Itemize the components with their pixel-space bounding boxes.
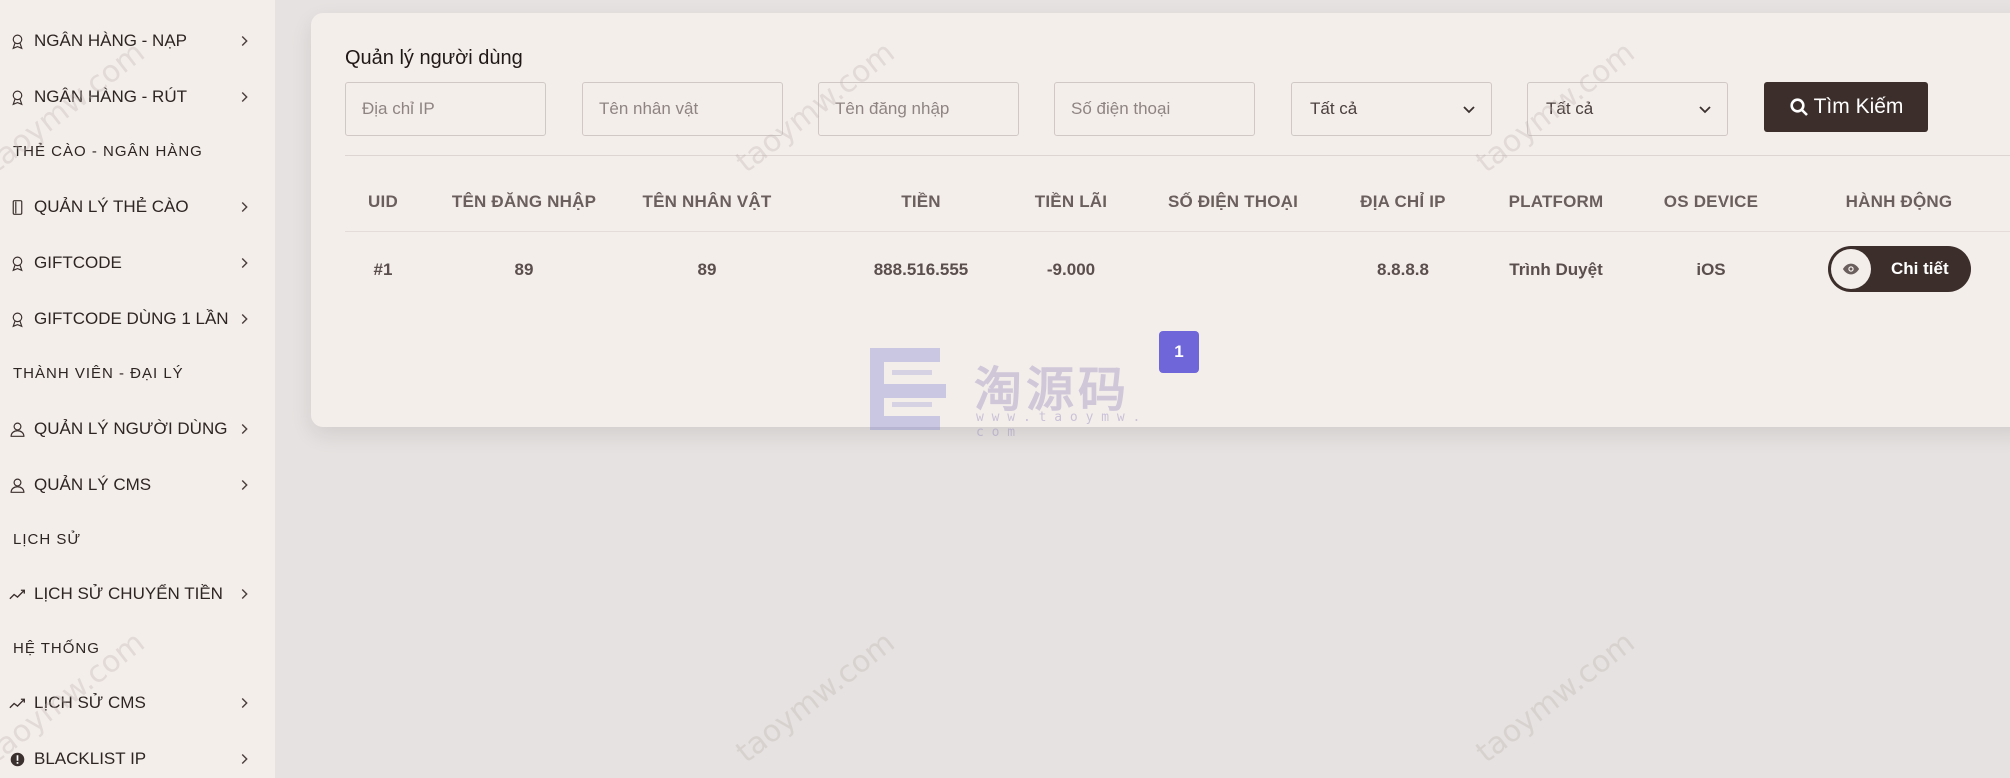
watermark-text: taoymw.com: [729, 624, 902, 771]
trend-icon: [8, 585, 26, 603]
user-icon: [8, 420, 26, 438]
divider: [345, 155, 2010, 156]
award-icon: [8, 32, 26, 50]
sidebar-item-label: LỊCH SỬ CMS: [34, 693, 146, 712]
sidebar-heading-system: HỆ THỐNG: [13, 639, 100, 657]
chevron-down-icon: [1699, 106, 1711, 114]
chevron-right-icon: [241, 697, 248, 709]
search-button[interactable]: Tìm Kiếm: [1764, 82, 1928, 132]
filter-select-1[interactable]: Tất cả: [1291, 82, 1492, 136]
phone-input[interactable]: [1054, 82, 1255, 136]
cell-ip: 8.8.8.8: [1377, 260, 1429, 279]
character-name-input[interactable]: [582, 82, 783, 136]
sidebar-item-giftcode[interactable]: GIFTCODE: [0, 245, 275, 281]
cell-uid: #1: [373, 260, 393, 279]
sidebar-item-user-management[interactable]: QUẢN LÝ NGƯỜI DÙNG: [0, 411, 275, 447]
award-icon: [8, 310, 26, 328]
chevron-right-icon: [241, 257, 248, 269]
chevron-right-icon: [241, 479, 248, 491]
sidebar-heading-history: LỊCH SỬ: [13, 530, 82, 548]
column-header-character: TÊN NHÂN VẬT: [642, 192, 772, 211]
detail-button[interactable]: Chi tiết: [1828, 246, 1971, 292]
sidebar-item-giftcode-once[interactable]: GIFTCODE DÙNG 1 LẦN: [0, 301, 275, 337]
column-header-platform: PLATFORM: [1508, 192, 1604, 211]
sidebar: NGÂN HÀNG - NẠP NGÂN HÀNG - RÚT THẺ CÀO …: [0, 0, 275, 778]
column-header-action: HÀNH ĐỘNG: [1845, 192, 1953, 211]
search-icon: [1789, 98, 1808, 116]
sidebar-item-cms-history[interactable]: LỊCH SỬ CMS: [0, 685, 275, 721]
cell-interest: -9.000: [1046, 260, 1096, 279]
username-input[interactable]: [818, 82, 1019, 136]
sidebar-item-label: QUẢN LÝ THẺ CÀO: [34, 197, 189, 216]
sidebar-item-label: QUẢN LÝ NGƯỜI DÙNG: [34, 419, 228, 438]
cell-username: 89: [514, 260, 534, 279]
watermark-logo: 淘源码 w w w . t a o y m w . c o m: [862, 348, 1152, 440]
chevron-right-icon: [241, 35, 248, 47]
eye-icon: [1831, 249, 1871, 289]
cell-money: 888.516.555: [873, 260, 969, 279]
user-icon: [8, 476, 26, 494]
cell-character: 89: [697, 260, 717, 279]
cell-os-device: iOS: [1696, 260, 1726, 279]
search-button-label: Tìm Kiếm: [1813, 95, 1904, 118]
sidebar-heading-cards-bank: THẺ CÀO - NGÂN HÀNG: [13, 142, 203, 160]
sidebar-heading-members-agents: THÀNH VIÊN - ĐẠI LÝ: [13, 364, 184, 382]
chevron-right-icon: [241, 313, 248, 325]
column-header-ip: ĐỊA CHỈ IP: [1360, 192, 1446, 211]
chevron-right-icon: [241, 588, 248, 600]
pagination-page-1[interactable]: 1: [1159, 331, 1199, 373]
sidebar-item-label: BLACKLIST IP: [34, 749, 147, 768]
chevron-right-icon: [241, 91, 248, 103]
column-header-username: TÊN ĐĂNG NHẬP: [451, 192, 597, 211]
sidebar-item-label: LỊCH SỬ CHUYỂN TIỀN: [34, 584, 223, 603]
alert-icon: [8, 750, 26, 768]
column-header-money: TIỀN: [901, 192, 941, 211]
column-header-interest: TIỀN LÃI: [1034, 192, 1108, 211]
phone-icon: [8, 198, 26, 216]
column-header-phone: SỐ ĐIỆN THOẠI: [1167, 192, 1299, 211]
sidebar-item-bank-deposit[interactable]: NGÂN HÀNG - NẠP: [0, 23, 275, 59]
sidebar-item-cms-management[interactable]: QUẢN LÝ CMS: [0, 467, 275, 503]
header-row-divider: [345, 231, 2010, 232]
sidebar-item-label: QUẢN LÝ CMS: [34, 475, 152, 494]
sidebar-item-transfer-history[interactable]: LỊCH SỬ CHUYỂN TIỀN: [0, 576, 275, 612]
chevron-right-icon: [241, 423, 248, 435]
chevron-right-icon: [241, 201, 248, 213]
sidebar-item-label: NGÂN HÀNG - NẠP: [34, 31, 188, 50]
select-value: Tất cả: [1310, 99, 1358, 118]
watermark-logo-url: w w w . t a o y m w . c o m: [976, 410, 1141, 440]
sidebar-item-label: NGÂN HÀNG - RÚT: [34, 87, 187, 106]
column-header-uid: UID: [368, 192, 398, 211]
detail-button-label: Chi tiết: [1891, 259, 1949, 278]
sidebar-item-blacklist-ip[interactable]: BLACKLIST IP: [0, 741, 275, 777]
ip-address-input[interactable]: [345, 82, 546, 136]
award-icon: [8, 88, 26, 106]
page-title: Quản lý người dùng: [345, 47, 523, 69]
award-icon: [8, 254, 26, 272]
sidebar-item-bank-withdraw[interactable]: NGÂN HÀNG - RÚT: [0, 79, 275, 115]
chevron-down-icon: [1463, 106, 1475, 114]
watermark-text: taoymw.com: [1469, 624, 1642, 771]
sidebar-item-card-management[interactable]: QUẢN LÝ THẺ CÀO: [0, 189, 275, 225]
filter-select-2[interactable]: Tất cả: [1527, 82, 1728, 136]
column-header-os-device: OS DEVICE: [1663, 192, 1759, 211]
trend-icon: [8, 694, 26, 712]
sidebar-item-label: GIFTCODE DÙNG 1 LẦN: [34, 309, 229, 328]
chevron-right-icon: [241, 753, 248, 765]
cell-platform: Trình Duyệt: [1509, 260, 1603, 279]
sidebar-item-label: GIFTCODE: [34, 253, 122, 272]
select-value: Tất cả: [1546, 99, 1594, 118]
user-management-card: Quản lý người dùng Tất cả Tất cả Tìm Kiế…: [311, 13, 2010, 427]
